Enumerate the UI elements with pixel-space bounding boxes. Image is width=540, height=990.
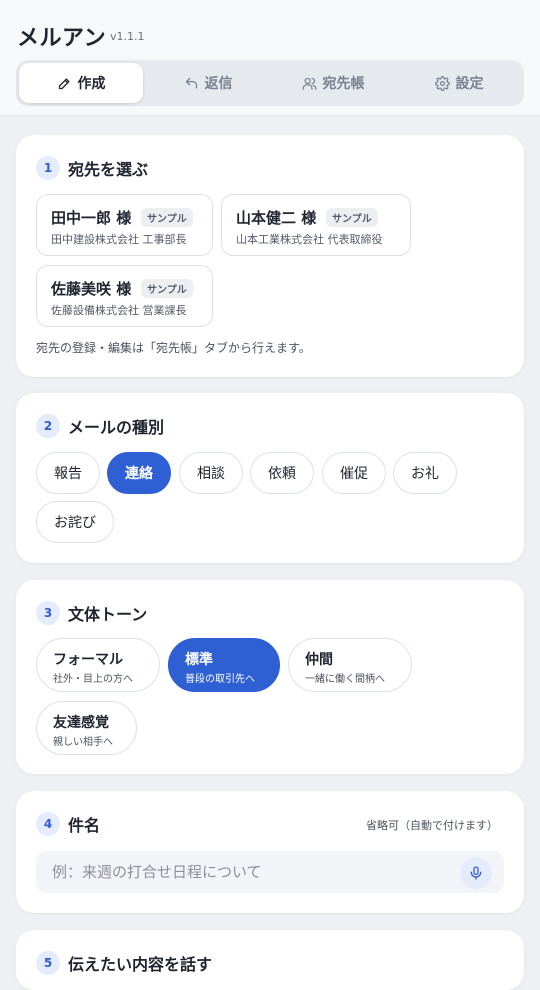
tone-description: 社外・目上の方へ [53, 674, 133, 685]
content-step-title: 伝えたい内容を話す [68, 955, 213, 974]
mail-type-step-header: 2 メールの種別 [36, 414, 164, 438]
contact-card-sato[interactable]: 佐藤美咲 様 サンプル 佐藤設備株式会社 営業課長 [36, 265, 213, 327]
mail-type-chip-thanks[interactable]: お礼 [393, 452, 457, 494]
mail-type-chip-request[interactable]: 依頼 [250, 452, 314, 494]
tab-address-book-label: 宛先帳 [322, 76, 365, 92]
subject-step-title: 件名 [68, 816, 101, 835]
sample-badge: サンプル [141, 208, 193, 227]
tone-option-friendly[interactable]: 友達感覚 親しい相手へ [36, 701, 137, 755]
tab-reply-label: 返信 [204, 76, 233, 92]
address-book-hint: 宛先の登録・編集は「宛先帳」タブから行えます。 [36, 341, 311, 355]
microphone-icon [470, 866, 482, 880]
subject-card: 4 件名 省略可（自動で付けます） [16, 791, 524, 913]
reply-icon [185, 77, 197, 88]
tone-card: 3 文体トーン フォーマル 社外・目上の方へ 標準 普段の取引先へ 仲間 一緒に… [16, 580, 524, 774]
tab-reply[interactable]: 返信 [146, 63, 270, 103]
app-version: v1.1.1 [110, 30, 145, 43]
contact-name: 山本健二 様 [236, 209, 317, 227]
mail-type-chip-apology[interactable]: お詫び [36, 501, 114, 543]
gear-icon [434, 75, 450, 91]
step-number-badge: 3 [36, 601, 60, 625]
subject-voice-input-button[interactable] [460, 857, 492, 889]
recipient-step-header: 1 宛先を選ぶ [36, 156, 148, 180]
tab-compose[interactable]: 作成 [19, 63, 143, 103]
sample-badge: サンプル [141, 279, 193, 298]
tab-settings-label: 設定 [455, 76, 484, 92]
tab-settings[interactable]: 設定 [397, 63, 521, 103]
step-number-badge: 5 [36, 951, 60, 975]
tone-label: 仲間 [305, 652, 333, 668]
step-number-badge: 4 [36, 812, 60, 836]
tone-description: 親しい相手へ [53, 737, 113, 748]
mail-type-card: 2 メールの種別 報告 連絡 相談 依頼 催促 お礼 お詫び [16, 393, 524, 563]
app-header: メルアン v1.1.1 作成 返信 宛先帳 設定 [0, 0, 540, 116]
mail-type-step-title: メールの種別 [68, 418, 165, 437]
mail-type-chip-consult[interactable]: 相談 [179, 452, 243, 494]
pencil-icon [58, 78, 69, 89]
tone-label: 標準 [185, 652, 213, 668]
content-card: 5 伝えたい内容を話す [16, 930, 524, 990]
contact-name: 田中一郎 様 [51, 209, 132, 227]
recipient-step-title: 宛先を選ぶ [68, 160, 149, 179]
tone-step-header: 3 文体トーン [36, 601, 147, 625]
mail-type-chip-report[interactable]: 報告 [36, 452, 100, 494]
content-step-header: 5 伝えたい内容を話す [36, 951, 212, 975]
tab-compose-label: 作成 [77, 76, 106, 92]
subject-input[interactable] [36, 851, 504, 893]
recipient-card: 1 宛先を選ぶ 田中一郎 様 サンプル 田中建設株式会社 工事部長 山本健二 様… [16, 135, 524, 377]
contact-card-tanaka[interactable]: 田中一郎 様 サンプル 田中建設株式会社 工事部長 [36, 194, 213, 256]
tone-option-formal[interactable]: フォーマル 社外・目上の方へ [36, 638, 160, 692]
contact-company: 佐藤設備株式会社 営業課長 [51, 304, 187, 317]
step-number-badge: 1 [36, 156, 60, 180]
tone-description: 普段の取引先へ [185, 674, 255, 685]
contact-name: 佐藤美咲 様 [51, 280, 132, 298]
mail-type-chip-reminder[interactable]: 催促 [322, 452, 386, 494]
tone-description: 一緒に働く間柄へ [305, 674, 385, 685]
step-number-badge: 2 [36, 414, 60, 438]
sample-badge: サンプル [326, 208, 378, 227]
tab-bar: 作成 返信 宛先帳 設定 [16, 60, 524, 106]
tone-step-title: 文体トーン [68, 605, 148, 624]
subject-optional-note: 省略可（自動で付けます） [366, 819, 498, 832]
mail-type-chip-contact[interactable]: 連絡 [107, 452, 171, 494]
contact-company: 田中建設株式会社 工事部長 [51, 233, 187, 246]
users-icon [302, 77, 316, 90]
subject-step-header: 4 件名 [36, 812, 100, 836]
tone-label: 友達感覚 [53, 715, 109, 731]
tone-option-colleague[interactable]: 仲間 一緒に働く間柄へ [288, 638, 412, 692]
app-title: メルアン [17, 26, 107, 51]
tab-address-book[interactable]: 宛先帳 [271, 63, 395, 103]
contact-company: 山本工業株式会社 代表取締役 [236, 233, 383, 246]
tone-label: フォーマル [53, 652, 123, 668]
contact-card-yamamoto[interactable]: 山本健二 様 サンプル 山本工業株式会社 代表取締役 [221, 194, 411, 256]
tone-option-standard[interactable]: 標準 普段の取引先へ [168, 638, 280, 692]
